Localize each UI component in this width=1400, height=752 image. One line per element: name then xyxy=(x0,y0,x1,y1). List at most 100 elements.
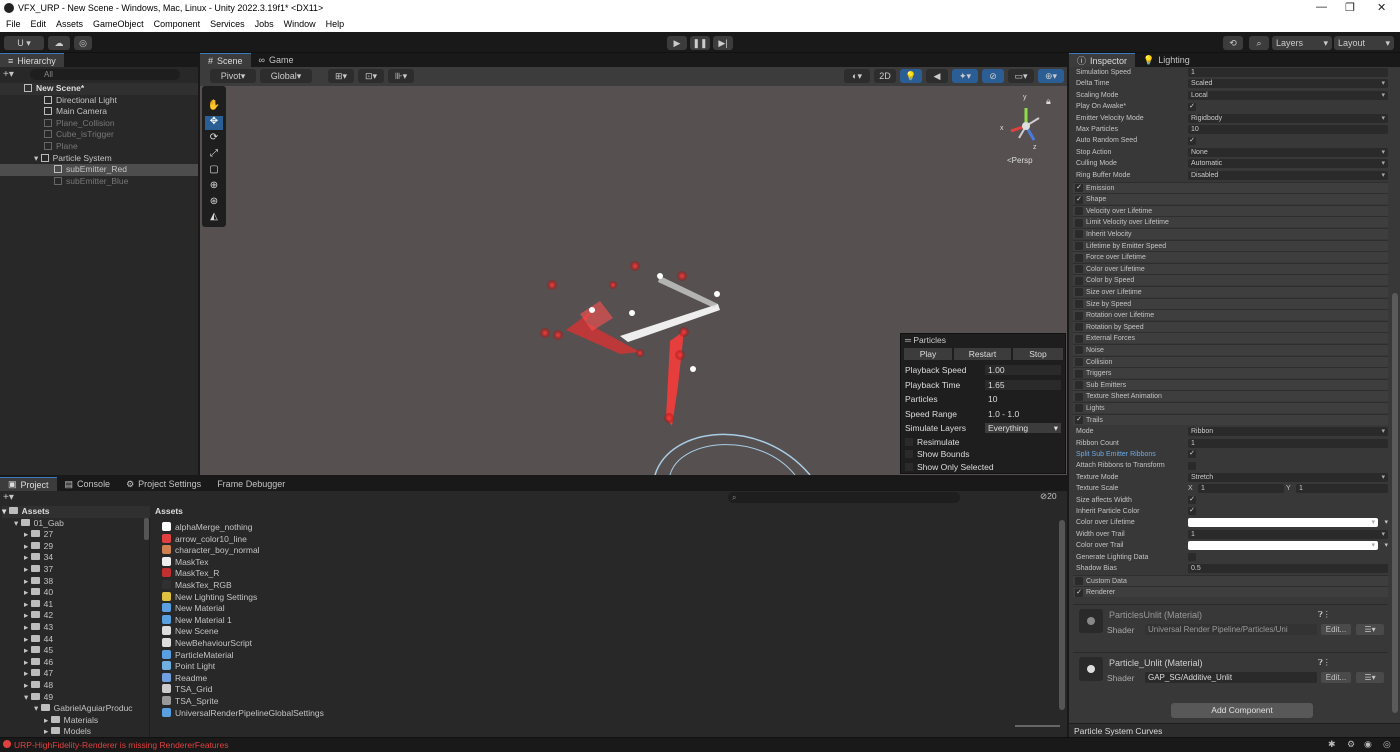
asset-item[interactable]: New Scene xyxy=(162,626,218,638)
module-checkbox[interactable] xyxy=(1075,253,1083,262)
persp-label[interactable]: <Persp xyxy=(1007,156,1033,165)
expand-arrow-icon[interactable]: ▸ xyxy=(24,541,31,551)
close-icon[interactable]: ✕ xyxy=(1377,1,1386,14)
status-message[interactable]: URP-HighFidelity-Renderer is missing Ren… xyxy=(14,740,228,750)
module-header[interactable]: ✓ Shape xyxy=(1073,193,1388,205)
asset-scrollbar[interactable] xyxy=(1059,520,1065,710)
simulate-layers-dropdown[interactable]: Everything ▾ xyxy=(985,423,1061,433)
module-header[interactable]: Color by Speed xyxy=(1073,274,1388,286)
inspector-scrollbar[interactable] xyxy=(1392,293,1398,713)
asset-item[interactable]: New Lighting Settings xyxy=(162,591,257,604)
hierarchy-search-input[interactable]: All xyxy=(30,69,180,80)
camera-icon[interactable]: ▭▾ xyxy=(1008,69,1034,83)
text-field[interactable]: 1 xyxy=(1188,68,1388,77)
particle-tool-icon[interactable]: ◭ xyxy=(205,211,223,225)
module-header[interactable]: Lifetime by Emitter Speed xyxy=(1073,239,1388,251)
module-checkbox[interactable] xyxy=(1075,265,1083,274)
shader-dropdown[interactable]: GAP_SG/Additive_Unlit xyxy=(1145,672,1317,683)
tree-folder[interactable]: ▸ 42 xyxy=(24,610,53,622)
tree-folder[interactable]: ▸ 43 xyxy=(24,622,53,634)
checkbox[interactable] xyxy=(1188,553,1196,561)
menu-window[interactable]: Window xyxy=(284,19,316,29)
asset-item[interactable]: MaskTex xyxy=(162,556,209,569)
tree-folder[interactable]: ▸ 46 xyxy=(24,657,53,669)
module-header[interactable]: Triggers xyxy=(1073,367,1388,379)
menu-file[interactable]: File xyxy=(6,19,21,29)
menu-assets[interactable]: Assets xyxy=(56,19,83,29)
play-button[interactable]: ▶ xyxy=(667,36,687,50)
expand-arrow-icon[interactable]: ▸ xyxy=(24,680,31,690)
module-checkbox[interactable] xyxy=(1075,346,1083,355)
tree-folder[interactable]: ▾ GabrielAguiarProduc xyxy=(34,703,133,715)
expand-arrow-icon[interactable]: ▸ xyxy=(44,715,51,725)
progress-icon[interactable]: ⚙ xyxy=(1347,739,1355,750)
hierarchy-item[interactable]: ▾ Particle System xyxy=(0,153,198,165)
transform-tool-icon[interactable]: ⊕ xyxy=(205,180,223,194)
module-checkbox[interactable] xyxy=(1075,358,1083,366)
hierarchy-item[interactable]: Directional Light xyxy=(0,95,198,107)
tree-folder[interactable]: ▸ 48 xyxy=(24,680,53,692)
gizmos-icon[interactable]: ⊕▾ xyxy=(1038,69,1064,83)
menu-help[interactable]: Help xyxy=(326,19,345,29)
project-search-input[interactable]: ⌕ xyxy=(728,492,960,503)
expand-arrow-icon[interactable]: ▸ xyxy=(24,668,31,678)
playback-time-field[interactable]: 1.65 xyxy=(985,380,1061,390)
dropdown-field[interactable]: Stretch xyxy=(1188,472,1388,482)
show-bounds-checkbox[interactable]: Show Bounds xyxy=(905,448,1061,460)
module-checkbox[interactable] xyxy=(1075,311,1083,320)
expand-arrow-icon[interactable]: ▸ xyxy=(24,610,31,620)
module-header[interactable]: Inherit Velocity xyxy=(1073,227,1388,239)
expand-arrow-icon[interactable]: ▾ xyxy=(14,518,21,528)
module-header[interactable]: External Forces xyxy=(1073,332,1388,344)
add-icon[interactable]: +▾ xyxy=(3,69,21,80)
step-button[interactable]: ▶| xyxy=(713,36,733,50)
checkbox[interactable]: ✓ xyxy=(1188,507,1196,516)
dropdown-field[interactable]: Disabled xyxy=(1188,170,1388,180)
asset-item[interactable]: Point Light xyxy=(162,661,215,673)
tab-project-settings[interactable]: ⚙ Project Settings xyxy=(118,477,209,491)
asset-item[interactable]: MaskTex_R xyxy=(162,568,219,580)
module-checkbox[interactable] xyxy=(1075,381,1083,390)
module-header[interactable]: Rotation over Lifetime xyxy=(1073,309,1388,321)
tree-root[interactable]: ▾ Assets xyxy=(2,506,150,518)
module-checkbox[interactable]: ✓ xyxy=(1075,184,1083,192)
module-checkbox[interactable]: ✓ xyxy=(1075,195,1083,204)
module-checkbox[interactable] xyxy=(1075,369,1083,378)
expand-arrow-icon[interactable]: ▸ xyxy=(24,552,31,562)
hierarchy-item[interactable]: Main Camera xyxy=(0,106,198,118)
tab-hierarchy[interactable]: ≡ Hierarchy xyxy=(0,53,64,67)
snap-icon[interactable]: ⊡▾ xyxy=(358,69,384,83)
menu-jobs[interactable]: Jobs xyxy=(255,19,274,29)
shading-mode-icon[interactable]: ◐▾ xyxy=(844,69,870,83)
expand-arrow-icon[interactable]: ▸ xyxy=(24,599,31,609)
menu-component[interactable]: Component xyxy=(154,19,201,29)
dropdown-field[interactable]: Ribbon xyxy=(1188,427,1388,437)
tree-folder[interactable]: ▸ 45 xyxy=(24,645,53,657)
module-checkbox[interactable] xyxy=(1075,300,1083,308)
settings-icon[interactable]: ◎ xyxy=(1383,739,1391,750)
module-header[interactable]: Collision xyxy=(1073,355,1388,367)
account-button[interactable]: U ▾ xyxy=(4,36,44,50)
move-tool-icon[interactable]: ✥ xyxy=(205,116,223,130)
custom-tool-icon[interactable]: ⊛ xyxy=(205,196,223,210)
tree-folder[interactable]: ▸ 47 xyxy=(24,668,53,680)
module-header[interactable]: Texture Sheet Animation xyxy=(1073,390,1388,402)
asset-item[interactable]: New Material 1 xyxy=(162,614,232,627)
hand-tool-icon[interactable]: ✋ xyxy=(205,100,223,114)
zoom-slider[interactable] xyxy=(1015,725,1060,727)
expand-arrow-icon[interactable]: ▸ xyxy=(24,622,31,632)
asset-item[interactable]: ParticleMaterial xyxy=(162,649,234,662)
module-checkbox[interactable] xyxy=(1075,230,1083,239)
dropdown-field[interactable]: Scaled xyxy=(1188,79,1388,89)
mode-2d-button[interactable]: 2D xyxy=(874,69,896,83)
hierarchy-item[interactable]: Cube_isTrigger xyxy=(0,129,198,141)
show-only-selected-checkbox[interactable]: Show Only Selected xyxy=(905,461,1061,473)
texture-scale-y-field[interactable]: 1 xyxy=(1296,484,1388,494)
tab-game[interactable]: ∞ Game xyxy=(251,53,302,67)
dropdown-field[interactable]: Local xyxy=(1188,90,1388,100)
rect-tool-icon[interactable]: ▢ xyxy=(205,164,223,178)
scene-row[interactable]: New Scene* xyxy=(0,83,198,95)
module-checkbox[interactable]: ✓ xyxy=(1075,588,1083,597)
tab-console[interactable]: ▤ Console xyxy=(57,477,119,491)
module-header[interactable]: ✓ Emission xyxy=(1073,181,1388,193)
